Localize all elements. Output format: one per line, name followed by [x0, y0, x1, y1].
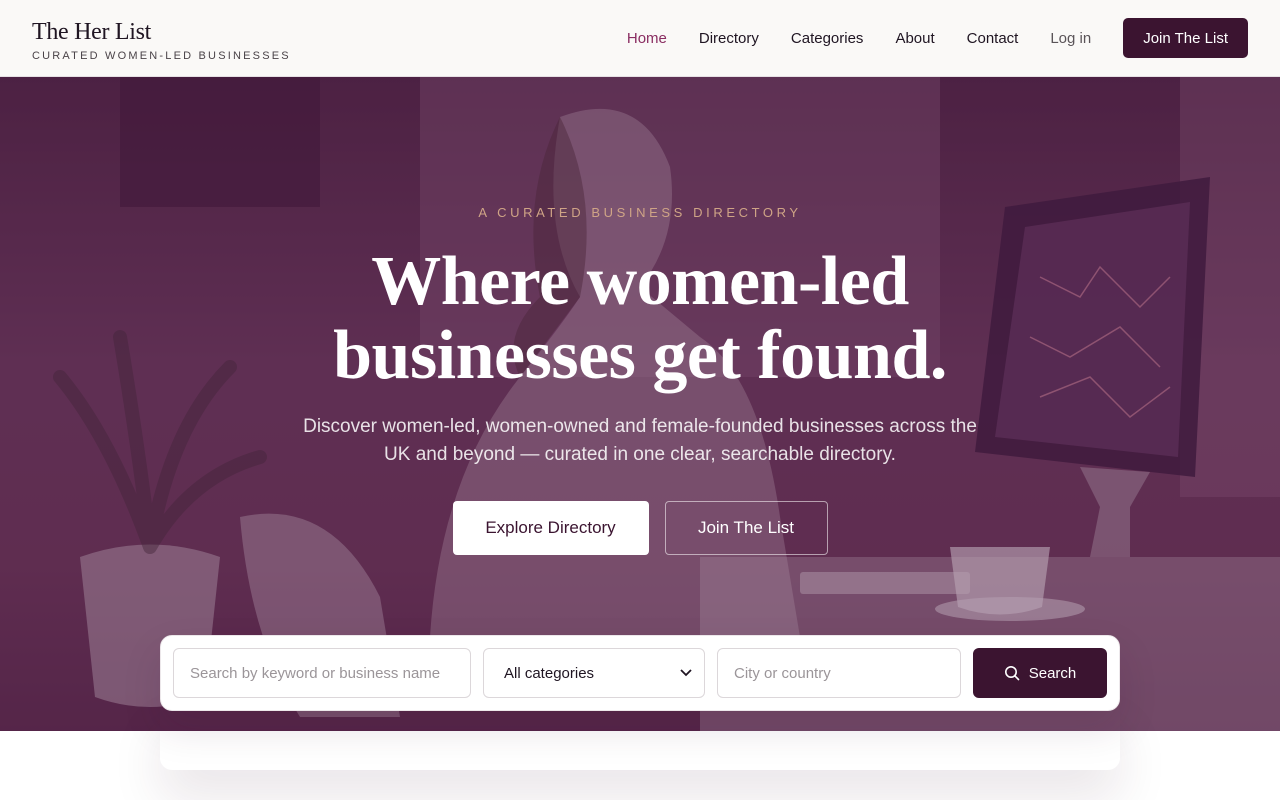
- city-search-input[interactable]: City or country: [717, 648, 961, 698]
- category-select[interactable]: All categories: [483, 648, 705, 698]
- hero-subtext: Discover women-led, women-owned and fema…: [303, 416, 977, 465]
- explore-directory-button[interactable]: Explore Directory: [452, 501, 649, 555]
- search-button[interactable]: Search: [973, 648, 1107, 698]
- category-select-value: All categories: [504, 664, 595, 682]
- brand-name[interactable]: The Her List: [32, 18, 291, 46]
- hero-overlay: [0, 77, 1280, 731]
- chevron-down-icon: [680, 666, 692, 680]
- hero-headline: Where women-led businesses get found.: [240, 245, 1040, 393]
- login-link[interactable]: Log in: [1050, 30, 1091, 47]
- nav-contact[interactable]: Contact: [967, 30, 1019, 47]
- keyword-search-input[interactable]: Search by keyword or business name: [173, 648, 471, 698]
- search-panel: Search by keyword or business name All c…: [160, 635, 1120, 711]
- site-header: The Her List CURATED WOMEN-LED BUSINESSE…: [0, 0, 1280, 77]
- nav-about[interactable]: About: [895, 30, 934, 47]
- brand-tagline: CURATED WOMEN-LED BUSINESSES: [32, 50, 291, 62]
- nav-home[interactable]: Home: [627, 30, 667, 47]
- brand[interactable]: The Her List CURATED WOMEN-LED BUSINESSE…: [32, 18, 291, 63]
- hero-headline-line-2: businesses get found.: [333, 317, 947, 394]
- search-icon: [1004, 666, 1020, 681]
- join-list-button[interactable]: Join The List: [1123, 18, 1248, 58]
- hero-section: A CURATED BUSINESS DIRECTORY Where women…: [0, 77, 1280, 731]
- nav-directory[interactable]: Directory: [699, 30, 759, 47]
- nav-categories[interactable]: Categories: [791, 30, 864, 47]
- hero-cta-row: Explore Directory Join The List: [0, 501, 1280, 555]
- hero-headline-line-1: Where women-led: [371, 243, 909, 320]
- search-button-label: Search: [1028, 664, 1077, 682]
- hero-join-list-button[interactable]: Join The List: [664, 501, 828, 555]
- hero-eyebrow: A CURATED BUSINESS DIRECTORY: [478, 205, 802, 220]
- main-nav: Home Directory Categories About Contact …: [627, 18, 1248, 58]
